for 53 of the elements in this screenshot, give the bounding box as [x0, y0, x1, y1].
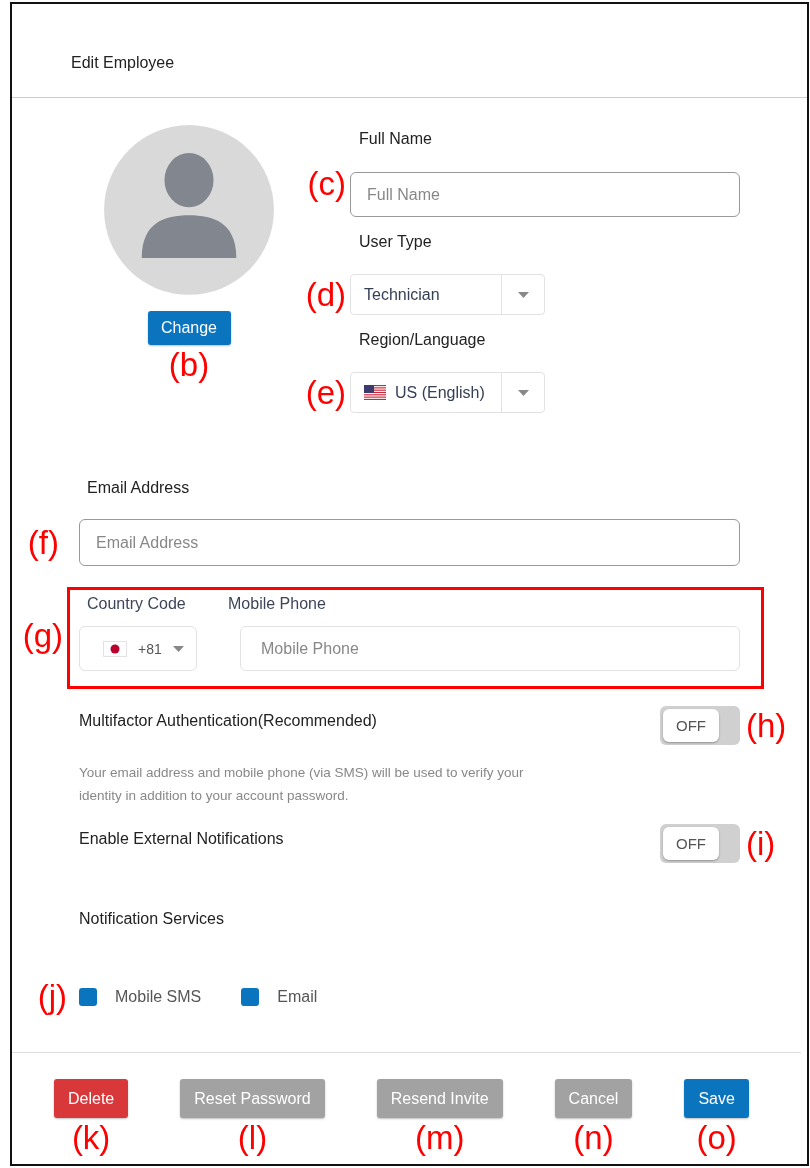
- action-button[interactable]: Delete: [54, 1079, 129, 1118]
- toggle-switch[interactable]: OFF: [660, 706, 740, 745]
- checkbox[interactable]: [79, 988, 97, 1006]
- annotation-label: (i): [746, 825, 776, 862]
- toggle-switch[interactable]: OFF: [660, 824, 740, 863]
- toggle-label: OFF: [663, 827, 719, 860]
- annotation-label: (c): [307, 166, 346, 202]
- annotation-label: (o): [696, 1120, 737, 1156]
- setting-label: Enable External Notifications: [79, 829, 284, 849]
- field-label: Email Address: [87, 478, 191, 498]
- annotation-label: (k): [71, 1120, 111, 1156]
- checkbox-label: Email: [277, 988, 318, 1006]
- field-label: User Type: [359, 232, 433, 252]
- field-label: Mobile Phone: [228, 594, 327, 614]
- select-value: +81: [138, 640, 162, 657]
- annotation-label: (l): [237, 1120, 268, 1156]
- annotation-label: (m): [414, 1120, 465, 1156]
- select-value: Technician: [364, 285, 440, 304]
- help-text: Your email address and mobile phone (via SMS) will be used to verify your identity in addition to your account password.: [79, 764, 525, 805]
- action-button[interactable]: Reset Password: [180, 1079, 325, 1118]
- annotation-label: (n): [573, 1120, 614, 1156]
- annotation-label: (e): [305, 374, 346, 411]
- field-label: Full Name: [359, 129, 433, 149]
- full-name-field[interactable]: Full Name: [350, 172, 740, 217]
- toggle-label: OFF: [663, 709, 719, 742]
- mobile-phone-field[interactable]: Mobile Phone: [240, 626, 740, 671]
- flag-icon: [364, 385, 386, 400]
- country-code-select[interactable]: +81: [79, 626, 197, 671]
- annotation-label: (j): [37, 979, 67, 1015]
- region-select[interactable]: US (English): [350, 372, 545, 413]
- change-button[interactable]: Change: [147, 310, 231, 345]
- annotation-label: (f): [27, 524, 59, 561]
- caret-icon: [517, 389, 529, 396]
- annotation-label: (h): [746, 707, 787, 744]
- checkbox[interactable]: [241, 988, 260, 1006]
- caret-icon: [172, 645, 184, 652]
- action-button[interactable]: Resend Invite: [376, 1079, 503, 1118]
- field-label: Country Code: [87, 594, 187, 614]
- annotation-label: (g): [22, 618, 63, 654]
- action-button[interactable]: Save: [684, 1079, 749, 1118]
- select-value: US (English): [395, 383, 485, 402]
- action-button[interactable]: Cancel: [554, 1079, 633, 1118]
- caret-icon: [517, 291, 529, 298]
- email-field[interactable]: Email Address: [79, 519, 740, 566]
- field-label: Region/Language: [359, 330, 487, 350]
- annotation-label: (b): [168, 347, 210, 383]
- flag-icon: [103, 640, 127, 657]
- setting-label: Multifactor Authentication(Recommended): [79, 711, 377, 731]
- checkbox-label: Mobile SMS: [115, 988, 202, 1006]
- window-title: Edit Employee: [71, 53, 175, 72]
- section-label: Notification Services: [79, 909, 225, 929]
- user-type-select[interactable]: Technician: [350, 274, 545, 315]
- annotation-label: (d): [305, 276, 346, 313]
